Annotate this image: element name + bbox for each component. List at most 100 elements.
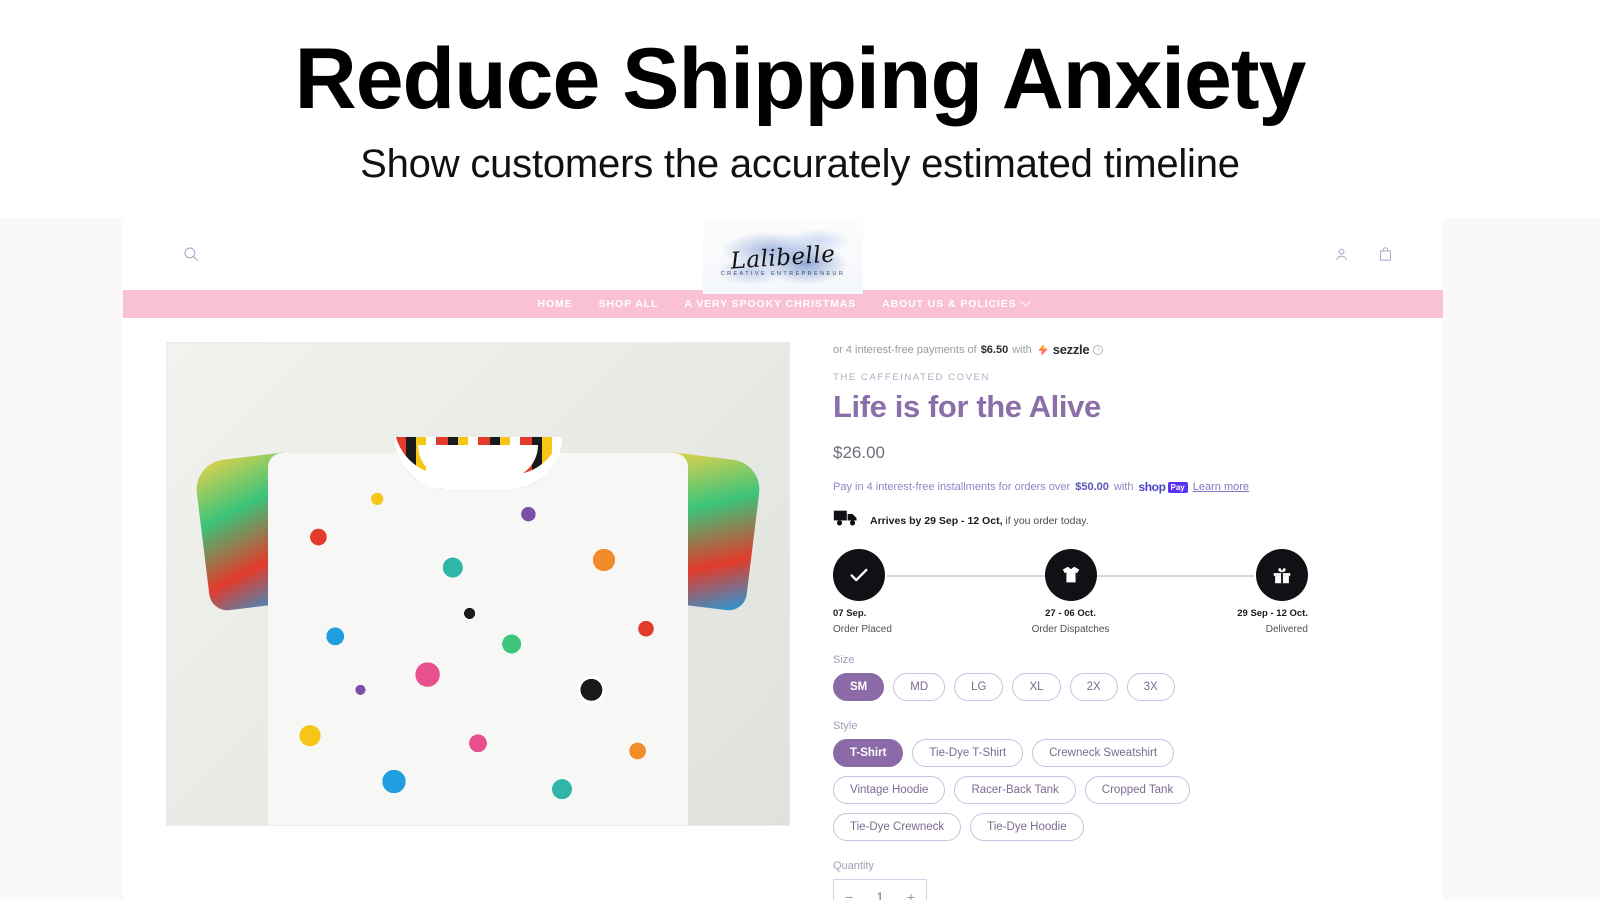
- search-icon[interactable]: [178, 241, 204, 267]
- promo-subtitle: Show customers the accurately estimated …: [360, 142, 1240, 187]
- nav-item-about-us-policies[interactable]: ABOUT US & POLICIES: [882, 296, 1030, 310]
- nav-item-home[interactable]: HOME: [538, 298, 573, 310]
- timeline-step-name: Delivered: [1265, 624, 1308, 635]
- nav-label: HOME: [537, 298, 573, 310]
- promo-banner: Reduce Shipping Anxiety Show customers t…: [0, 0, 1600, 218]
- sezzle-bolt-icon: [1038, 343, 1048, 356]
- shirt-collar-inner: [418, 445, 538, 479]
- size-chips: SM MD LG XL 2X 3X: [833, 673, 1253, 701]
- promo-title: Reduce Shipping Anxiety: [294, 31, 1307, 127]
- timeline-step-name: Order Dispatches: [1031, 624, 1110, 635]
- style-option-crewneck-sweatshirt[interactable]: Crewneck Sweatshirt: [1032, 739, 1175, 767]
- timeline-labels: 07 Sep. Order Placed 27 - 06 Oct. Order …: [833, 608, 1308, 635]
- storefront: Lalibelle CREATIVE ENTREPRENEUR HOME SHO…: [123, 218, 1443, 900]
- sezzle-amount: $6.50: [980, 343, 1009, 356]
- logo-wordmark: Lalibelle: [729, 240, 837, 275]
- main-nav: HOME SHOP ALL A VERY SPOOKY CHRISTMAS AB…: [123, 290, 1443, 318]
- shop-pay-brand: shop: [1138, 480, 1166, 494]
- timeline-node-order-placed: [833, 549, 885, 601]
- shop-pay-suffix: Pay: [1167, 481, 1188, 493]
- size-selector: Size SM MD LG XL 2X 3X: [833, 654, 1343, 701]
- timeline-step-name: Order Placed: [833, 624, 892, 635]
- size-option-lg[interactable]: LG: [954, 673, 1004, 701]
- shop-pay-message: Pay in 4 interest-free installments for …: [833, 480, 1343, 494]
- size-option-3x[interactable]: 3X: [1126, 673, 1175, 701]
- shop-pay-badge: shop Pay: [1138, 480, 1188, 494]
- cart-icon[interactable]: [1373, 242, 1397, 266]
- quantity-section: Quantity − 1 +: [833, 860, 1343, 900]
- arrives-bold: Arrives by 29 Sep - 12 Oct,: [870, 514, 1003, 527]
- info-icon[interactable]: i: [1093, 344, 1104, 355]
- nav-label: SHOP ALL: [598, 298, 659, 310]
- shop-pay-with: with: [1113, 481, 1134, 493]
- style-option-vintage-hoodie[interactable]: Vintage Hoodie: [833, 776, 946, 804]
- size-option-xl[interactable]: XL: [1012, 673, 1061, 701]
- shirt-icon: [1062, 566, 1079, 583]
- shop-pay-text: Pay in 4 interest-free installments for …: [833, 481, 1071, 493]
- nav-item-a-very-spooky-christmas[interactable]: A VERY SPOOKY CHRISTMAS: [684, 298, 856, 310]
- product-price: $26.00: [833, 443, 885, 462]
- account-icon[interactable]: [1329, 242, 1353, 266]
- style-selector: Style T-Shirt Tie-Dye T-Shirt Crewneck S…: [833, 720, 1343, 841]
- arrives-rest: if you order today.: [1005, 514, 1089, 527]
- size-option-2x[interactable]: 2X: [1069, 673, 1118, 701]
- store-logo[interactable]: Lalibelle CREATIVE ENTREPRENEUR: [703, 218, 863, 294]
- size-label: Size: [833, 654, 855, 666]
- sezzle-with: with: [1012, 343, 1032, 356]
- timeline-date: 27 - 06 Oct.: [1045, 608, 1096, 619]
- product-info: or 4 interest-free payments of $6.50 wit…: [833, 342, 1443, 900]
- timeline-node-delivered: [1256, 549, 1308, 601]
- style-chips: T-Shirt Tie-Dye T-Shirt Crewneck Sweatsh…: [833, 739, 1253, 841]
- sezzle-message: or 4 interest-free payments of $6.50 wit…: [833, 342, 1343, 357]
- timeline-node-order-dispatches: [1044, 549, 1097, 601]
- timeline-label-delivered: 29 Sep - 12 Oct. Delivered: [1188, 608, 1308, 635]
- shop-pay-amount: $50.00: [1075, 481, 1109, 493]
- quantity-increment-button[interactable]: +: [907, 889, 915, 900]
- style-option-racer-back-tank[interactable]: Racer-Back Tank: [954, 776, 1076, 804]
- timeline-date: 29 Sep - 12 Oct.: [1237, 608, 1308, 619]
- product-gallery: [123, 342, 833, 900]
- delivery-timeline: 07 Sep. Order Placed 27 - 06 Oct. Order …: [833, 549, 1308, 635]
- product-vendor: THE CAFFEINATED COVEN: [833, 372, 990, 383]
- logo-watercolor: Lalibelle CREATIVE ENTREPRENEUR: [703, 218, 863, 294]
- chevron-down-icon: [1020, 296, 1030, 307]
- size-option-sm[interactable]: SM: [833, 673, 885, 701]
- size-option-md[interactable]: MD: [893, 673, 946, 701]
- nav-label: ABOUT US & POLICIES: [882, 298, 1017, 310]
- tshirt-graphic: [193, 401, 763, 825]
- check-icon: [850, 568, 868, 582]
- nav-label: A VERY SPOOKY CHRISTMAS: [684, 298, 857, 310]
- style-option-cropped-tank[interactable]: Cropped Tank: [1084, 776, 1191, 804]
- style-label: Style: [833, 720, 858, 732]
- product-section: or 4 interest-free payments of $6.50 wit…: [123, 318, 1443, 900]
- style-option-tie-dye-t-shirt[interactable]: Tie-Dye T-Shirt: [912, 739, 1024, 767]
- quantity-label: Quantity: [833, 860, 874, 872]
- learn-more-link[interactable]: Learn more: [1193, 481, 1249, 493]
- shirt-body: [268, 453, 688, 825]
- quantity-value[interactable]: 1: [877, 890, 884, 900]
- timeline-steps: [833, 549, 1308, 601]
- timeline-label-order-placed: 07 Sep. Order Placed: [833, 608, 953, 635]
- style-option-tie-dye-hoodie[interactable]: Tie-Dye Hoodie: [970, 813, 1084, 841]
- product-title: Life is for the Alive: [833, 389, 1101, 424]
- sezzle-wordmark: sezzle: [1052, 342, 1090, 357]
- sezzle-logo: sezzle: [1036, 342, 1090, 357]
- gift-icon: [1273, 568, 1291, 584]
- timeline-date: 07 Sep.: [833, 608, 867, 619]
- timeline-track: [833, 549, 1308, 601]
- header-actions: [1329, 242, 1397, 266]
- product-image[interactable]: [166, 342, 790, 826]
- page-root: Reduce Shipping Anxiety Show customers t…: [0, 0, 1600, 900]
- truck-icon: [833, 509, 859, 532]
- quantity-decrement-button[interactable]: −: [845, 889, 853, 900]
- timeline-label-order-dispatches: 27 - 06 Oct. Order Dispatches: [1011, 608, 1131, 635]
- store-header: Lalibelle CREATIVE ENTREPRENEUR: [123, 218, 1443, 294]
- quantity-stepper: − 1 +: [833, 879, 927, 900]
- logo-tagline: CREATIVE ENTREPRENEUR: [720, 271, 846, 278]
- style-option-t-shirt[interactable]: T-Shirt: [833, 739, 904, 767]
- sezzle-prefix: or 4 interest-free payments of: [833, 343, 977, 356]
- arrives-row: Arrives by 29 Sep - 12 Oct, if you order…: [833, 509, 1343, 532]
- nav-item-shop-all[interactable]: SHOP ALL: [599, 298, 659, 310]
- style-option-tie-dye-crewneck[interactable]: Tie-Dye Crewneck: [833, 813, 962, 841]
- arrives-text: Arrives by 29 Sep - 12 Oct, if you order…: [870, 515, 1089, 527]
